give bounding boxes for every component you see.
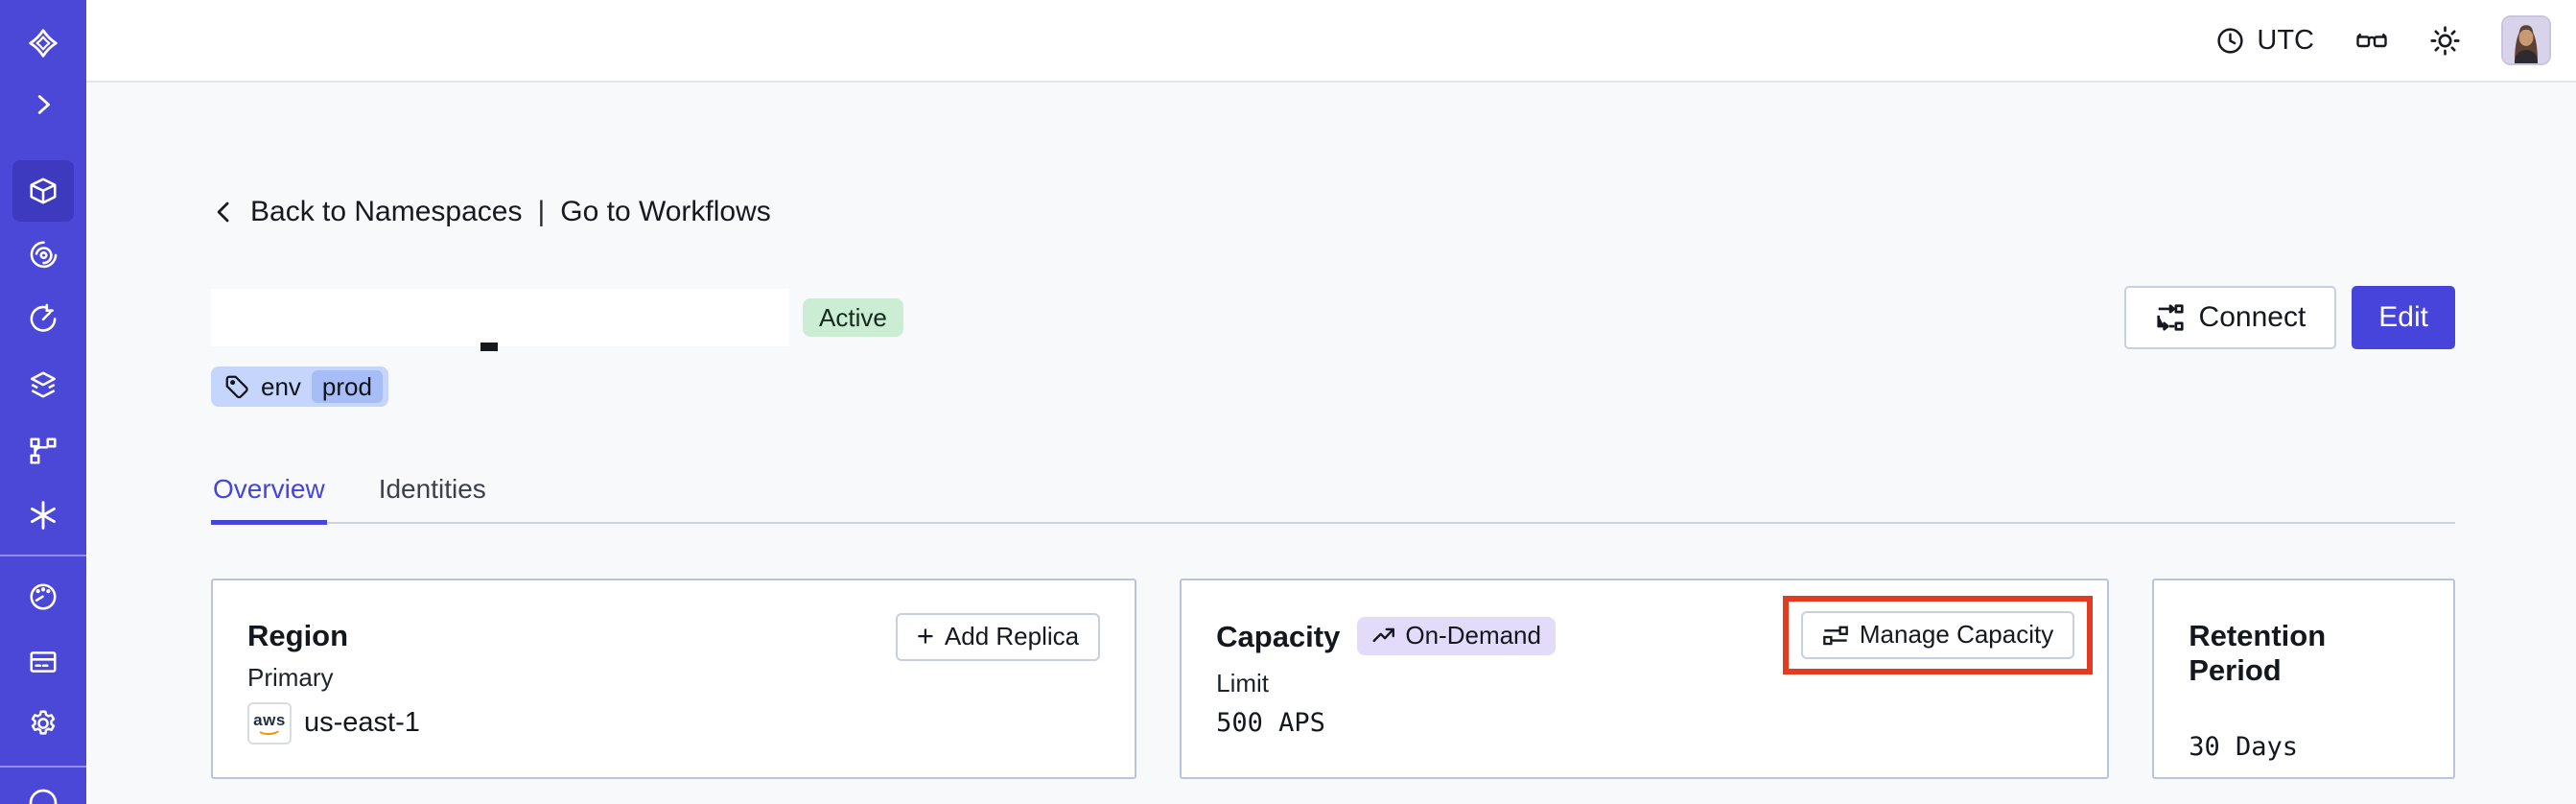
user-avatar[interactable] <box>2501 15 2551 65</box>
tab-bar: Overview Identities <box>211 474 2455 525</box>
region-card-title: Region <box>247 618 349 652</box>
temporal-logo[interactable] <box>27 27 59 59</box>
on-demand-label: On-Demand <box>1405 621 1541 650</box>
status-badge: Active <box>803 298 903 337</box>
plus-icon: + <box>916 619 934 652</box>
sidebar-item-settings[interactable] <box>27 707 59 740</box>
temporal-logo-icon <box>29 29 58 58</box>
retention-card: Retention Period 30 Days <box>2152 578 2455 779</box>
branch-icon <box>30 437 57 464</box>
main-content: Back to Namespaces | Go to Workflows Act… <box>211 83 2455 779</box>
sidebar-expand-button[interactable] <box>27 88 59 121</box>
tag-icon <box>225 375 248 399</box>
gauge-icon <box>30 583 57 610</box>
timer-icon <box>30 303 57 332</box>
labs-toggle[interactable] <box>2354 26 2389 55</box>
add-replica-label: Add Replica <box>944 622 1080 650</box>
sidebar-item-branch[interactable] <box>27 435 59 467</box>
trending-up-icon <box>1372 627 1395 642</box>
glasses-icon <box>2356 33 2387 48</box>
primary-label: Primary <box>247 662 334 692</box>
connect-button[interactable]: Connect <box>2123 286 2337 349</box>
overview-cards: Region + Add Replica Primary aws us-east… <box>211 578 2455 779</box>
env-tag[interactable]: env prod <box>211 367 388 407</box>
chevron-right-icon <box>37 95 50 114</box>
retention-card-title: Retention Period <box>2189 618 2327 687</box>
sidebar-divider <box>0 766 86 768</box>
annotation-highlight-box: Manage Capacity <box>1782 595 2094 674</box>
timezone-selector[interactable]: UTC <box>2215 25 2314 57</box>
breadcrumb: Back to Namespaces | Go to Workflows <box>211 196 2455 228</box>
breadcrumb-separator: | <box>537 196 546 227</box>
region-card: Region + Add Replica Primary aws us-east… <box>211 578 1137 779</box>
cube-icon <box>30 177 57 204</box>
aws-label: aws <box>253 710 286 729</box>
sidebar-item-billing[interactable] <box>27 646 59 678</box>
on-demand-badge: On-Demand <box>1357 616 1556 655</box>
partial-circle-icon <box>29 789 58 804</box>
tab-identities[interactable]: Identities <box>377 474 488 525</box>
avatar-image <box>2503 17 2549 63</box>
connect-icon <box>2156 304 2184 331</box>
add-replica-button[interactable]: + Add Replica <box>895 612 1101 661</box>
aws-provider-icon: aws <box>247 701 292 745</box>
capacity-card: Capacity On-Demand Manage Capacity Limit… <box>1180 578 2110 779</box>
edit-button-label: Edit <box>2378 301 2428 333</box>
sidebar-item-namespaces[interactable] <box>12 160 74 222</box>
timezone-label: UTC <box>2257 24 2314 56</box>
sidebar-item-support[interactable] <box>27 787 59 804</box>
sidebar-item-layers[interactable] <box>27 368 59 401</box>
asterisk-icon <box>31 501 56 530</box>
topbar: UTC <box>86 0 2576 83</box>
retention-value: 30 Days <box>2189 731 2299 762</box>
manage-capacity-button[interactable]: Manage Capacity <box>1800 610 2075 659</box>
capacity-card-title: Capacity <box>1216 619 1341 653</box>
namespace-overview-page: UTC Back to Namespaces | Go to Workflows… <box>0 0 2576 804</box>
aws-smile-arc <box>257 727 282 735</box>
back-to-namespaces-link[interactable]: Back to Namespaces <box>250 196 522 228</box>
connect-button-label: Connect <box>2198 301 2307 333</box>
tag-key: env <box>261 371 301 401</box>
spiral-icon <box>30 241 58 269</box>
layers-icon <box>30 371 57 398</box>
go-to-workflows-link[interactable]: Go to Workflows <box>560 196 771 228</box>
billing-card-icon <box>30 651 57 673</box>
sidebar-divider <box>0 555 86 556</box>
theme-toggle[interactable] <box>2429 25 2461 57</box>
region-value: us-east-1 <box>304 707 420 738</box>
sidebar-item-timer[interactable] <box>27 302 59 335</box>
chevron-left-icon <box>217 201 229 223</box>
sidebar-item-usage[interactable] <box>27 580 59 613</box>
tag-value: prod <box>311 370 383 403</box>
namespace-header: Active Connect Edit <box>211 286 2455 351</box>
brightness-icon <box>2430 25 2460 56</box>
edit-button[interactable]: Edit <box>2352 286 2455 349</box>
tab-overview[interactable]: Overview <box>211 474 327 525</box>
sidebar-item-asterisk[interactable] <box>27 499 59 532</box>
sidebar <box>0 0 86 804</box>
capacity-limit-value: 500 APS <box>1216 707 1325 738</box>
redacted-glyph-fragment <box>480 343 498 351</box>
manage-capacity-label: Manage Capacity <box>1859 620 2054 649</box>
sliders-icon <box>1823 626 1848 645</box>
gear-icon <box>31 710 56 735</box>
clock-icon <box>2217 27 2244 54</box>
namespace-title-redacted <box>211 289 789 351</box>
sidebar-item-spiral[interactable] <box>27 238 59 271</box>
namespace-tags: env prod <box>211 367 2455 407</box>
